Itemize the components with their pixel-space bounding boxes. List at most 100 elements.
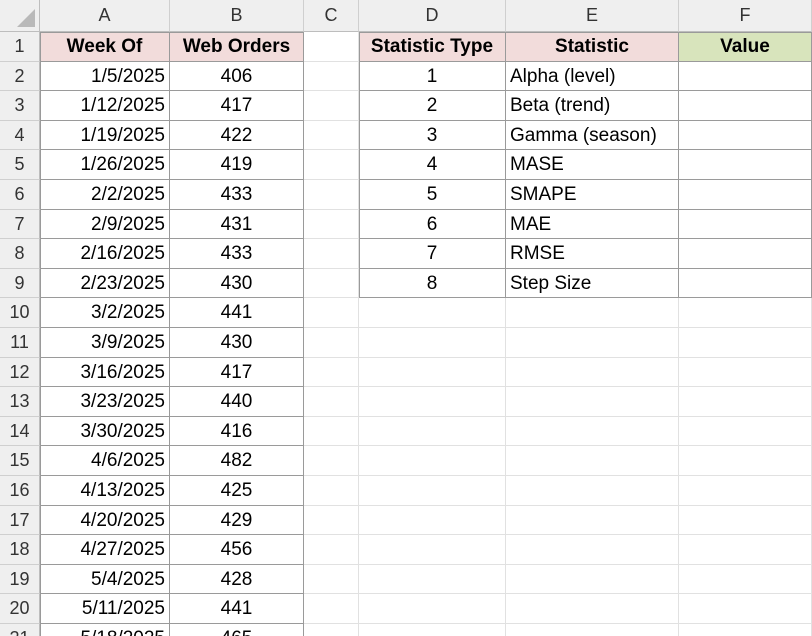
value-cell[interactable] bbox=[679, 120, 812, 151]
row-header-21[interactable]: 21 bbox=[0, 624, 40, 636]
column-header-b[interactable]: B bbox=[170, 0, 304, 32]
row-header-16[interactable]: 16 bbox=[0, 476, 40, 506]
column-header-a[interactable]: A bbox=[40, 0, 170, 32]
column-header-f[interactable]: F bbox=[679, 0, 812, 32]
cell-e10[interactable] bbox=[506, 298, 679, 328]
cell-d14[interactable] bbox=[359, 416, 506, 447]
value-cell[interactable] bbox=[679, 268, 812, 299]
row-header-7[interactable]: 7 bbox=[0, 209, 40, 240]
cell-e14[interactable] bbox=[506, 416, 679, 447]
web-orders-cell[interactable]: 429 bbox=[170, 505, 304, 536]
row-header-17[interactable]: 17 bbox=[0, 505, 40, 536]
web-orders-cell[interactable]: 422 bbox=[170, 120, 304, 151]
cell-f11[interactable] bbox=[679, 328, 812, 358]
week-of-cell[interactable]: 2/9/2025 bbox=[40, 209, 170, 240]
row-header-4[interactable]: 4 bbox=[0, 120, 40, 151]
header-statistic-type[interactable]: Statistic Type bbox=[359, 32, 506, 62]
cell-c21[interactable] bbox=[304, 624, 359, 636]
statistic-type-cell[interactable]: 3 bbox=[359, 120, 506, 151]
web-orders-cell[interactable]: 430 bbox=[170, 328, 304, 358]
cell-c8[interactable] bbox=[304, 239, 359, 269]
header-value[interactable]: Value bbox=[679, 32, 812, 62]
web-orders-cell[interactable]: 430 bbox=[170, 268, 304, 299]
statistic-cell[interactable]: Alpha (level) bbox=[506, 61, 679, 92]
cell-d18[interactable] bbox=[359, 535, 506, 565]
cell-c12[interactable] bbox=[304, 357, 359, 388]
row-header-1[interactable]: 1 bbox=[0, 32, 40, 62]
cell-e15[interactable] bbox=[506, 446, 679, 476]
cell-e13[interactable] bbox=[506, 387, 679, 417]
web-orders-cell[interactable]: 433 bbox=[170, 180, 304, 210]
cell-c14[interactable] bbox=[304, 416, 359, 447]
spreadsheet-grid[interactable]: ABCDEF123456789101112131415161718192021W… bbox=[0, 0, 812, 636]
cell-d10[interactable] bbox=[359, 298, 506, 328]
week-of-cell[interactable]: 2/16/2025 bbox=[40, 239, 170, 269]
statistic-type-cell[interactable]: 1 bbox=[359, 61, 506, 92]
header-week-of[interactable]: Week Of bbox=[40, 32, 170, 62]
cell-d17[interactable] bbox=[359, 505, 506, 536]
cell-f19[interactable] bbox=[679, 564, 812, 595]
cell-d20[interactable] bbox=[359, 594, 506, 624]
cell-c4[interactable] bbox=[304, 120, 359, 151]
statistic-type-cell[interactable]: 8 bbox=[359, 268, 506, 299]
web-orders-cell[interactable]: 428 bbox=[170, 564, 304, 595]
row-header-12[interactable]: 12 bbox=[0, 357, 40, 388]
statistic-type-cell[interactable]: 7 bbox=[359, 239, 506, 269]
cell-e18[interactable] bbox=[506, 535, 679, 565]
web-orders-cell[interactable]: 441 bbox=[170, 298, 304, 328]
web-orders-cell[interactable]: 456 bbox=[170, 535, 304, 565]
cell-c15[interactable] bbox=[304, 446, 359, 476]
web-orders-cell[interactable]: 440 bbox=[170, 387, 304, 417]
web-orders-cell[interactable]: 417 bbox=[170, 357, 304, 388]
cell-c2[interactable] bbox=[304, 61, 359, 92]
cell-d11[interactable] bbox=[359, 328, 506, 358]
cell-c11[interactable] bbox=[304, 328, 359, 358]
cell-d12[interactable] bbox=[359, 357, 506, 388]
cell-c9[interactable] bbox=[304, 268, 359, 299]
cell-c1[interactable] bbox=[304, 32, 359, 62]
row-header-15[interactable]: 15 bbox=[0, 446, 40, 476]
week-of-cell[interactable]: 5/18/2025 bbox=[40, 624, 170, 636]
web-orders-cell[interactable]: 425 bbox=[170, 476, 304, 506]
cell-e20[interactable] bbox=[506, 594, 679, 624]
select-all-corner[interactable] bbox=[0, 0, 40, 32]
statistic-cell[interactable]: MASE bbox=[506, 150, 679, 180]
cell-e19[interactable] bbox=[506, 564, 679, 595]
statistic-type-cell[interactable]: 4 bbox=[359, 150, 506, 180]
cell-f13[interactable] bbox=[679, 387, 812, 417]
statistic-type-cell[interactable]: 5 bbox=[359, 180, 506, 210]
week-of-cell[interactable]: 4/27/2025 bbox=[40, 535, 170, 565]
header-statistic[interactable]: Statistic bbox=[506, 32, 679, 62]
cell-d19[interactable] bbox=[359, 564, 506, 595]
value-cell[interactable] bbox=[679, 61, 812, 92]
week-of-cell[interactable]: 4/20/2025 bbox=[40, 505, 170, 536]
statistic-type-cell[interactable]: 2 bbox=[359, 91, 506, 121]
statistic-cell[interactable]: Gamma (season) bbox=[506, 120, 679, 151]
cell-d21[interactable] bbox=[359, 624, 506, 636]
week-of-cell[interactable]: 1/5/2025 bbox=[40, 61, 170, 92]
statistic-type-cell[interactable]: 6 bbox=[359, 209, 506, 240]
week-of-cell[interactable]: 1/12/2025 bbox=[40, 91, 170, 121]
cell-f10[interactable] bbox=[679, 298, 812, 328]
week-of-cell[interactable]: 2/2/2025 bbox=[40, 180, 170, 210]
week-of-cell[interactable]: 3/2/2025 bbox=[40, 298, 170, 328]
web-orders-cell[interactable]: 431 bbox=[170, 209, 304, 240]
web-orders-cell[interactable]: 482 bbox=[170, 446, 304, 476]
week-of-cell[interactable]: 3/30/2025 bbox=[40, 416, 170, 447]
statistic-cell[interactable]: Beta (trend) bbox=[506, 91, 679, 121]
column-header-c[interactable]: C bbox=[304, 0, 359, 32]
cell-c17[interactable] bbox=[304, 505, 359, 536]
row-header-2[interactable]: 2 bbox=[0, 61, 40, 92]
week-of-cell[interactable]: 2/23/2025 bbox=[40, 268, 170, 299]
statistic-cell[interactable]: SMAPE bbox=[506, 180, 679, 210]
row-header-14[interactable]: 14 bbox=[0, 416, 40, 447]
web-orders-cell[interactable]: 419 bbox=[170, 150, 304, 180]
cell-f18[interactable] bbox=[679, 535, 812, 565]
cell-c3[interactable] bbox=[304, 91, 359, 121]
value-cell[interactable] bbox=[679, 91, 812, 121]
web-orders-cell[interactable]: 465 bbox=[170, 624, 304, 636]
week-of-cell[interactable]: 4/13/2025 bbox=[40, 476, 170, 506]
week-of-cell[interactable]: 3/16/2025 bbox=[40, 357, 170, 388]
column-header-e[interactable]: E bbox=[506, 0, 679, 32]
web-orders-cell[interactable]: 406 bbox=[170, 61, 304, 92]
